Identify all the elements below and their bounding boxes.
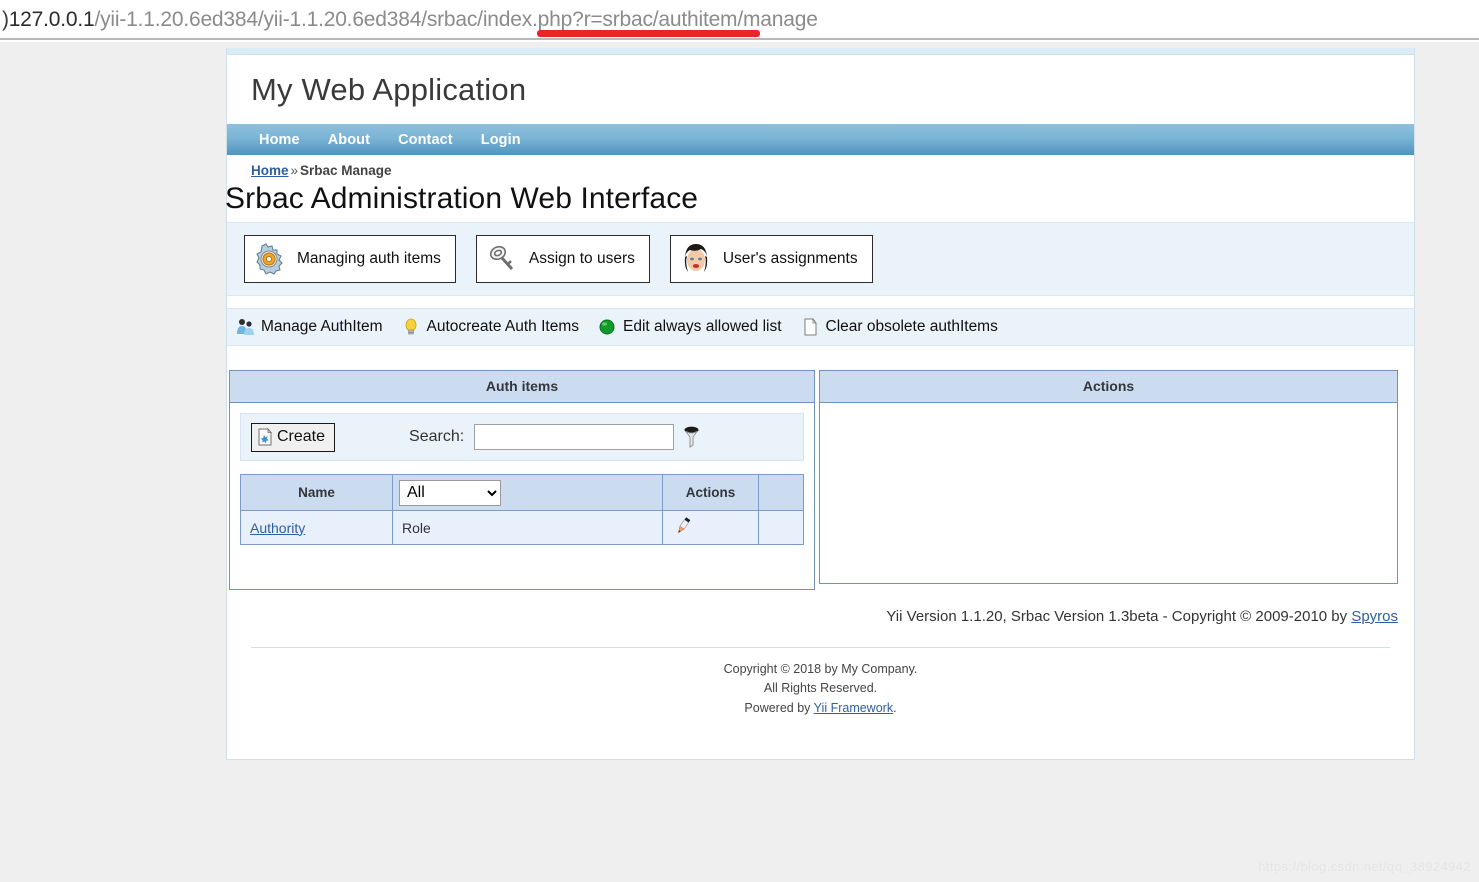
srbac-version-credit: Yii Version 1.1.20, Srbac Version 1.3bet… xyxy=(227,590,1414,625)
page-title: Srbac Administration Web Interface xyxy=(225,182,699,215)
nav-item-home[interactable]: Home xyxy=(259,132,300,148)
site-title: My Web Application xyxy=(251,72,527,107)
user-face-icon xyxy=(679,242,713,276)
auth-items-panel-title: Auth items xyxy=(230,371,814,403)
grid-header-type-filter: All xyxy=(392,474,663,511)
users-blue-icon xyxy=(235,317,255,337)
srbac-bar-gap xyxy=(227,296,1414,308)
url-host: 127.0.0.1 xyxy=(8,8,95,31)
assign-to-users-button[interactable]: Assign to users xyxy=(475,235,650,283)
assign-to-users-label: Assign to users xyxy=(528,250,635,267)
autocreate-auth-items-link[interactable]: Autocreate Auth Items xyxy=(401,317,580,337)
nav-item-about[interactable]: About xyxy=(328,132,370,148)
search-input[interactable] xyxy=(474,424,675,450)
green-ball-icon xyxy=(597,317,617,337)
url-lead-glyph: ) xyxy=(2,8,9,31)
grid-body: Authority Role xyxy=(240,510,804,545)
main-navigation[interactable]: Home About Contact Login xyxy=(227,124,1414,155)
actions-panel-body xyxy=(820,403,1397,583)
nav-item-login[interactable]: Login xyxy=(481,132,521,148)
gear-orange-icon xyxy=(253,242,287,276)
row-actions-cell xyxy=(662,510,759,545)
grid-bottom-spacer xyxy=(230,555,814,589)
pencil-icon[interactable] xyxy=(672,515,694,537)
footer-copyright: Copyright © 2018 by My Company. xyxy=(723,662,918,676)
srbac-operations-bar: Managing auth items Assign to users User… xyxy=(227,222,1414,296)
srbac-main-area: Auth items Create Search: Name All Actio… xyxy=(227,346,1414,590)
srbac-toolbar-links: Manage AuthItem Autocreate Auth Items Ed… xyxy=(227,308,1414,346)
footer-powered-suffix: . xyxy=(893,700,897,715)
site-header: My Web Application xyxy=(227,55,1414,124)
url-highlight-underline xyxy=(537,30,760,37)
clear-obsolete-authitems-link[interactable]: Clear obsolete authItems xyxy=(800,317,998,337)
page-top-accent-bar xyxy=(227,48,1414,55)
manage-authitem-label: Manage AuthItem xyxy=(261,318,383,335)
footer-rights: All Rights Reserved. xyxy=(763,681,878,696)
row-name-link[interactable]: Authority xyxy=(250,520,305,536)
grid-header-extra xyxy=(758,474,804,511)
breadcrumb-separator: » xyxy=(290,163,299,178)
grid-header-actions: Actions xyxy=(662,474,759,511)
auth-items-column: Auth items Create Search: Name All Actio… xyxy=(229,370,815,590)
row-name-cell: Authority xyxy=(240,510,393,545)
managing-auth-items-button[interactable]: Managing auth items xyxy=(244,235,456,283)
clear-obsolete-authitems-label: Clear obsolete authItems xyxy=(825,318,998,335)
type-filter-select[interactable]: All xyxy=(399,479,501,506)
row-extra-cell xyxy=(758,510,804,545)
auth-items-panel: Auth items Create Search: Name All Actio… xyxy=(229,370,815,590)
managing-auth-items-label: Managing auth items xyxy=(297,250,441,267)
srbac-version-text: Yii Version 1.1.20, Srbac Version 1.3bet… xyxy=(886,608,1352,625)
actions-panel: Actions xyxy=(819,370,1398,584)
grid-header-name[interactable]: Name xyxy=(240,474,393,511)
actions-panel-title: Actions xyxy=(820,371,1397,403)
browser-url-bar: ) 127.0.0.1 /yii-1.1.20.6ed384/yii-1.1.2… xyxy=(0,0,1479,40)
users-assignments-button[interactable]: User's assignments xyxy=(669,235,873,283)
footer-powered-by: Powered by Yii Framework. xyxy=(251,699,1390,718)
site-container: My Web Application Home About Contact Lo… xyxy=(225,48,1415,760)
edit-always-allowed-list-link[interactable]: Edit always allowed list xyxy=(597,317,782,337)
funnel-icon[interactable] xyxy=(683,425,700,449)
url-path: /yii-1.1.20.6ed384/yii-1.1.20.6ed384/srb… xyxy=(94,8,818,31)
lightbulb-icon xyxy=(401,317,421,337)
row-type-cell: Role xyxy=(392,510,663,545)
actions-column: Actions xyxy=(819,370,1398,590)
table-row[interactable]: Authority Role xyxy=(240,510,804,545)
new-page-icon xyxy=(256,427,275,447)
watermark: https://blog.csdn.net/qq_38924942 xyxy=(1258,859,1471,874)
spyros-link[interactable]: Spyros xyxy=(1351,608,1398,625)
create-button-label: Create xyxy=(277,428,326,445)
autocreate-auth-items-label: Autocreate Auth Items xyxy=(426,318,580,335)
search-label: Search: xyxy=(409,428,465,445)
page-blank-icon xyxy=(800,317,820,337)
breadcrumb: Home» Srbac Manage xyxy=(227,155,1414,180)
breadcrumb-current: Srbac Manage xyxy=(300,163,392,178)
auth-items-panel-body: Create Search: Name All Actions Authorit… xyxy=(230,413,814,589)
key-icon xyxy=(485,242,519,276)
users-assignments-label: User's assignments xyxy=(722,250,858,267)
page-canvas: My Web Application Home About Contact Lo… xyxy=(0,42,1479,882)
yii-framework-link[interactable]: Yii Framework xyxy=(814,701,893,715)
site-footer: Copyright © 2018 by My Company. All Righ… xyxy=(251,647,1390,744)
edit-always-allowed-list-label: Edit always allowed list xyxy=(623,318,782,335)
footer-powered-prefix: Powered by xyxy=(744,700,814,715)
create-button[interactable]: Create xyxy=(251,422,336,452)
grid-header-row: Name All Actions xyxy=(240,474,804,511)
nav-item-contact[interactable]: Contact xyxy=(398,132,453,148)
search-toolbar: Create Search: xyxy=(240,413,804,461)
auth-items-grid: Name All Actions Authority Role xyxy=(240,474,804,545)
breadcrumb-link-home[interactable]: Home xyxy=(251,163,289,178)
manage-authitem-link[interactable]: Manage AuthItem xyxy=(235,317,383,337)
